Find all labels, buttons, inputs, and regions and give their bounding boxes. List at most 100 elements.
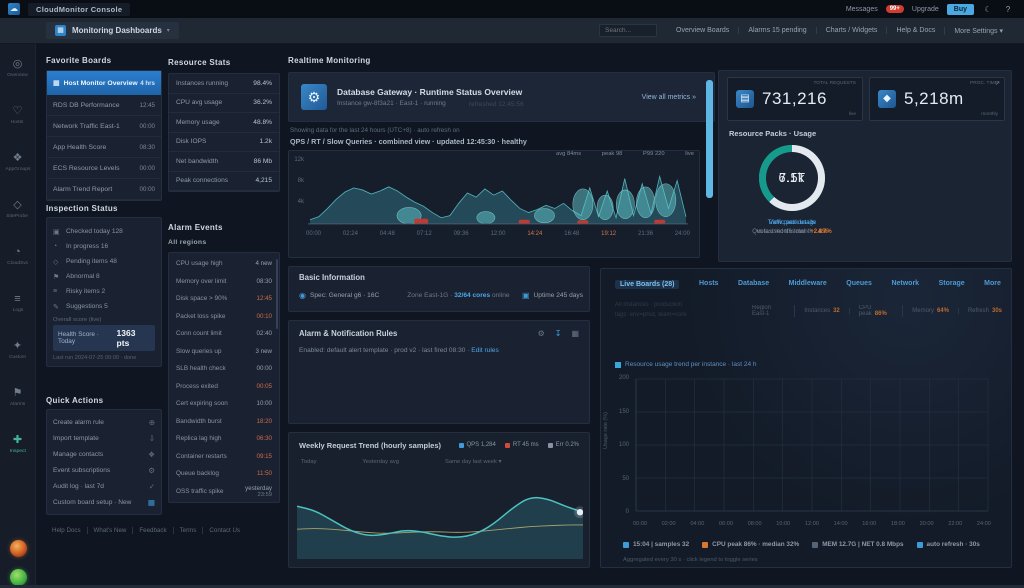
instance-overview-card[interactable]: ⚙ Database Gateway · Runtime Status Over… [288,72,715,122]
usage-gauge[interactable]: 6.1T Traffic pack usage vs last month to… [719,145,865,235]
traffic-area-chart[interactable] [306,156,690,228]
gear-icon[interactable]: ⚙ [538,329,545,338]
help-icon[interactable]: ? [1002,5,1014,14]
alarm-event-row[interactable]: Memory over limit 08:30 [169,273,279,291]
sidebar-item[interactable]: ❖ AppGroups [0,138,35,185]
service-tab[interactable]: Queues [846,280,872,289]
alarm-event-row[interactable]: CPU usage high 4 new [169,255,279,273]
view-all-metrics-link[interactable]: View all metrics » [642,94,696,101]
alarm-event-row[interactable]: Replica lag high 06:30 [169,430,279,448]
usage-grid-chart[interactable] [633,377,991,515]
inspection-row[interactable]: ◔ In progress 16 [53,239,155,254]
footer-link[interactable]: What's New [87,527,133,534]
usage-stat-item[interactable]: auto refresh · 30s [917,541,980,548]
export-icon[interactable]: ↧ [555,329,562,338]
resource-stat-row[interactable]: Net bandwidth 86 Mb [169,152,279,172]
inspection-row[interactable]: ◇ Pending items 48 [53,254,155,269]
messages-link[interactable]: Messages [846,6,878,13]
resource-stat-row[interactable]: Peak connections 4,215 [169,172,279,192]
sidebar-item[interactable]: ◔ CloudSvc [0,232,35,279]
resource-stat-row[interactable]: Instances running 98.4% [169,74,279,94]
quick-action-item[interactable]: Import template ⇩ [53,430,155,446]
board-list-item[interactable]: App Health Score 08:30 [47,137,161,158]
search-input[interactable] [599,24,657,37]
quick-action-item[interactable]: Event subscriptions ⚙ [53,462,155,478]
inspection-row[interactable]: ⚑ Abnormal 8 [53,269,155,284]
board-list-item[interactable]: Alarm Trend Report 00:00 [47,179,161,200]
service-tab[interactable]: Hosts [699,280,718,289]
alarm-event-row[interactable]: Cert expiring soon 10:00 [169,395,279,413]
alarm-event-row[interactable]: Conn count limit 02:40 [169,325,279,343]
board-switcher[interactable]: ▦ Monitoring Dashboards ▾ [46,22,179,39]
quick-action-item[interactable]: Manage contacts ❖ [53,446,155,462]
resource-stat-row[interactable]: CPU avg usage 36.2% [169,94,279,114]
upgrade-link[interactable]: Upgrade [912,6,939,13]
legend-item[interactable]: RT 45 ms [505,442,539,448]
sidebar-item[interactable]: ⚑ Alarms [0,373,35,420]
filter-segment[interactable]: Region East-1 [743,305,795,317]
inspection-row[interactable]: ✎ Suggestions 5 [53,299,155,314]
board-list-item[interactable]: Network Traffic East-1 00:00 [47,116,161,137]
service-tab[interactable]: Network [891,280,919,289]
quick-action-item[interactable]: Audit log · last 7d ✓ [53,478,155,494]
alarm-event-row[interactable]: OSS traffic spike yesterday 23:59 [169,483,279,501]
resource-stat-row[interactable]: Memory usage 48.8% [169,113,279,133]
edit-rules-link[interactable]: Edit rules [471,347,499,354]
sidebar-item[interactable]: ♡ Hosts [0,91,35,138]
alarm-event-row[interactable]: Queue backlog 11:50 [169,465,279,483]
service-tab[interactable]: Middleware [789,280,827,289]
alarm-event-row[interactable]: Container restarts 09:15 [169,448,279,466]
alarm-event-row[interactable]: Packet loss spike 00:10 [169,308,279,326]
board-list-item[interactable]: ▦ Host Monitor Overview 4 hrs [47,71,161,95]
metric-card-requests[interactable]: ▤ 731,216 TOTAL REQUESTS live [727,77,863,121]
header-menu-item[interactable]: Alarms 15 pending [738,27,815,34]
footer-link[interactable]: Feedback [132,527,172,534]
metric-card-proctime[interactable]: ◆ 5,218m PROC. TIME monthly ↗ [869,77,1005,121]
trend-sublabel[interactable]: Today [301,459,316,465]
gauge-link[interactable]: Traffic pack usage [768,220,817,226]
inspection-row[interactable]: ▣ Checked today 128 [53,224,155,239]
filter-segment[interactable]: Refresh30s [959,308,1011,314]
filter-segment[interactable]: CPU peak86% [850,305,904,317]
filter-segment[interactable]: Instances32 [795,308,849,314]
alarm-event-row[interactable]: Disk space > 90% 12:45 [169,290,279,308]
sidebar-item[interactable]: ◎ Overview [0,44,35,91]
quick-action-item[interactable]: Create alarm rule ⊕ [53,414,155,430]
grid-icon[interactable]: ▦ [571,329,579,338]
sidebar-item[interactable]: ✦ Custom [0,326,35,373]
filter-segment[interactable]: Memory64% [903,308,959,314]
resource-stat-row[interactable]: Disk IOPS 1.2k [169,133,279,153]
alarm-list-scrollbar[interactable] [276,259,278,329]
usage-stat-item[interactable]: 15:04 | samples 32 [623,541,689,548]
alert-fire-icon[interactable] [10,540,27,557]
vertical-scrollbar-thumb[interactable] [706,80,713,198]
service-tab[interactable]: Storage [939,280,965,289]
alarm-event-row[interactable]: Slow queries up 3 new [169,343,279,361]
usage-stat-item[interactable]: CPU peak 86% · median 32% [702,541,799,548]
footer-link[interactable]: Contact Us [202,527,246,534]
quick-action-item[interactable]: Custom board setup · New ▦ [53,494,155,510]
buy-button[interactable]: Buy [947,4,974,15]
alarm-event-row[interactable]: Bandwidth burst 18:20 [169,413,279,431]
legend-item[interactable]: Err 0.2% [548,442,579,448]
service-tab[interactable]: Live Boards (28) [615,280,679,289]
board-list-item[interactable]: RDS DB Performance 12:45 [47,95,161,116]
service-tab[interactable]: Database [738,280,769,289]
dark-mode-icon[interactable]: ☾ [982,5,994,14]
service-tab[interactable]: More [984,280,1001,289]
sidebar-item[interactable]: ◇ SiteProbe [0,185,35,232]
inspection-row[interactable]: ≡ Risky items 2 [53,284,155,299]
footer-link[interactable]: Terms [173,527,203,534]
legend-item[interactable]: QPS 1,284 [459,442,496,448]
header-menu-item[interactable]: Overview Boards [667,27,738,34]
trend-sublabel[interactable]: Yesterday avg [362,459,399,465]
footer-link[interactable]: Help Docs [46,527,87,534]
header-menu-item[interactable]: Help & Docs [886,27,944,34]
alarm-event-row[interactable]: SLB health check 00:00 [169,360,279,378]
health-score-row[interactable]: Health Score · Today 1363 pts [53,325,155,351]
sidebar-item[interactable]: ✚ Inspect [0,420,35,467]
board-list-item[interactable]: ECS Resource Levels 00:00 [47,158,161,179]
header-menu-item[interactable]: Charts / Widgets [816,27,887,34]
weekly-line-chart[interactable] [297,475,583,559]
header-menu-item[interactable]: More Settings ▾ [944,27,1012,35]
